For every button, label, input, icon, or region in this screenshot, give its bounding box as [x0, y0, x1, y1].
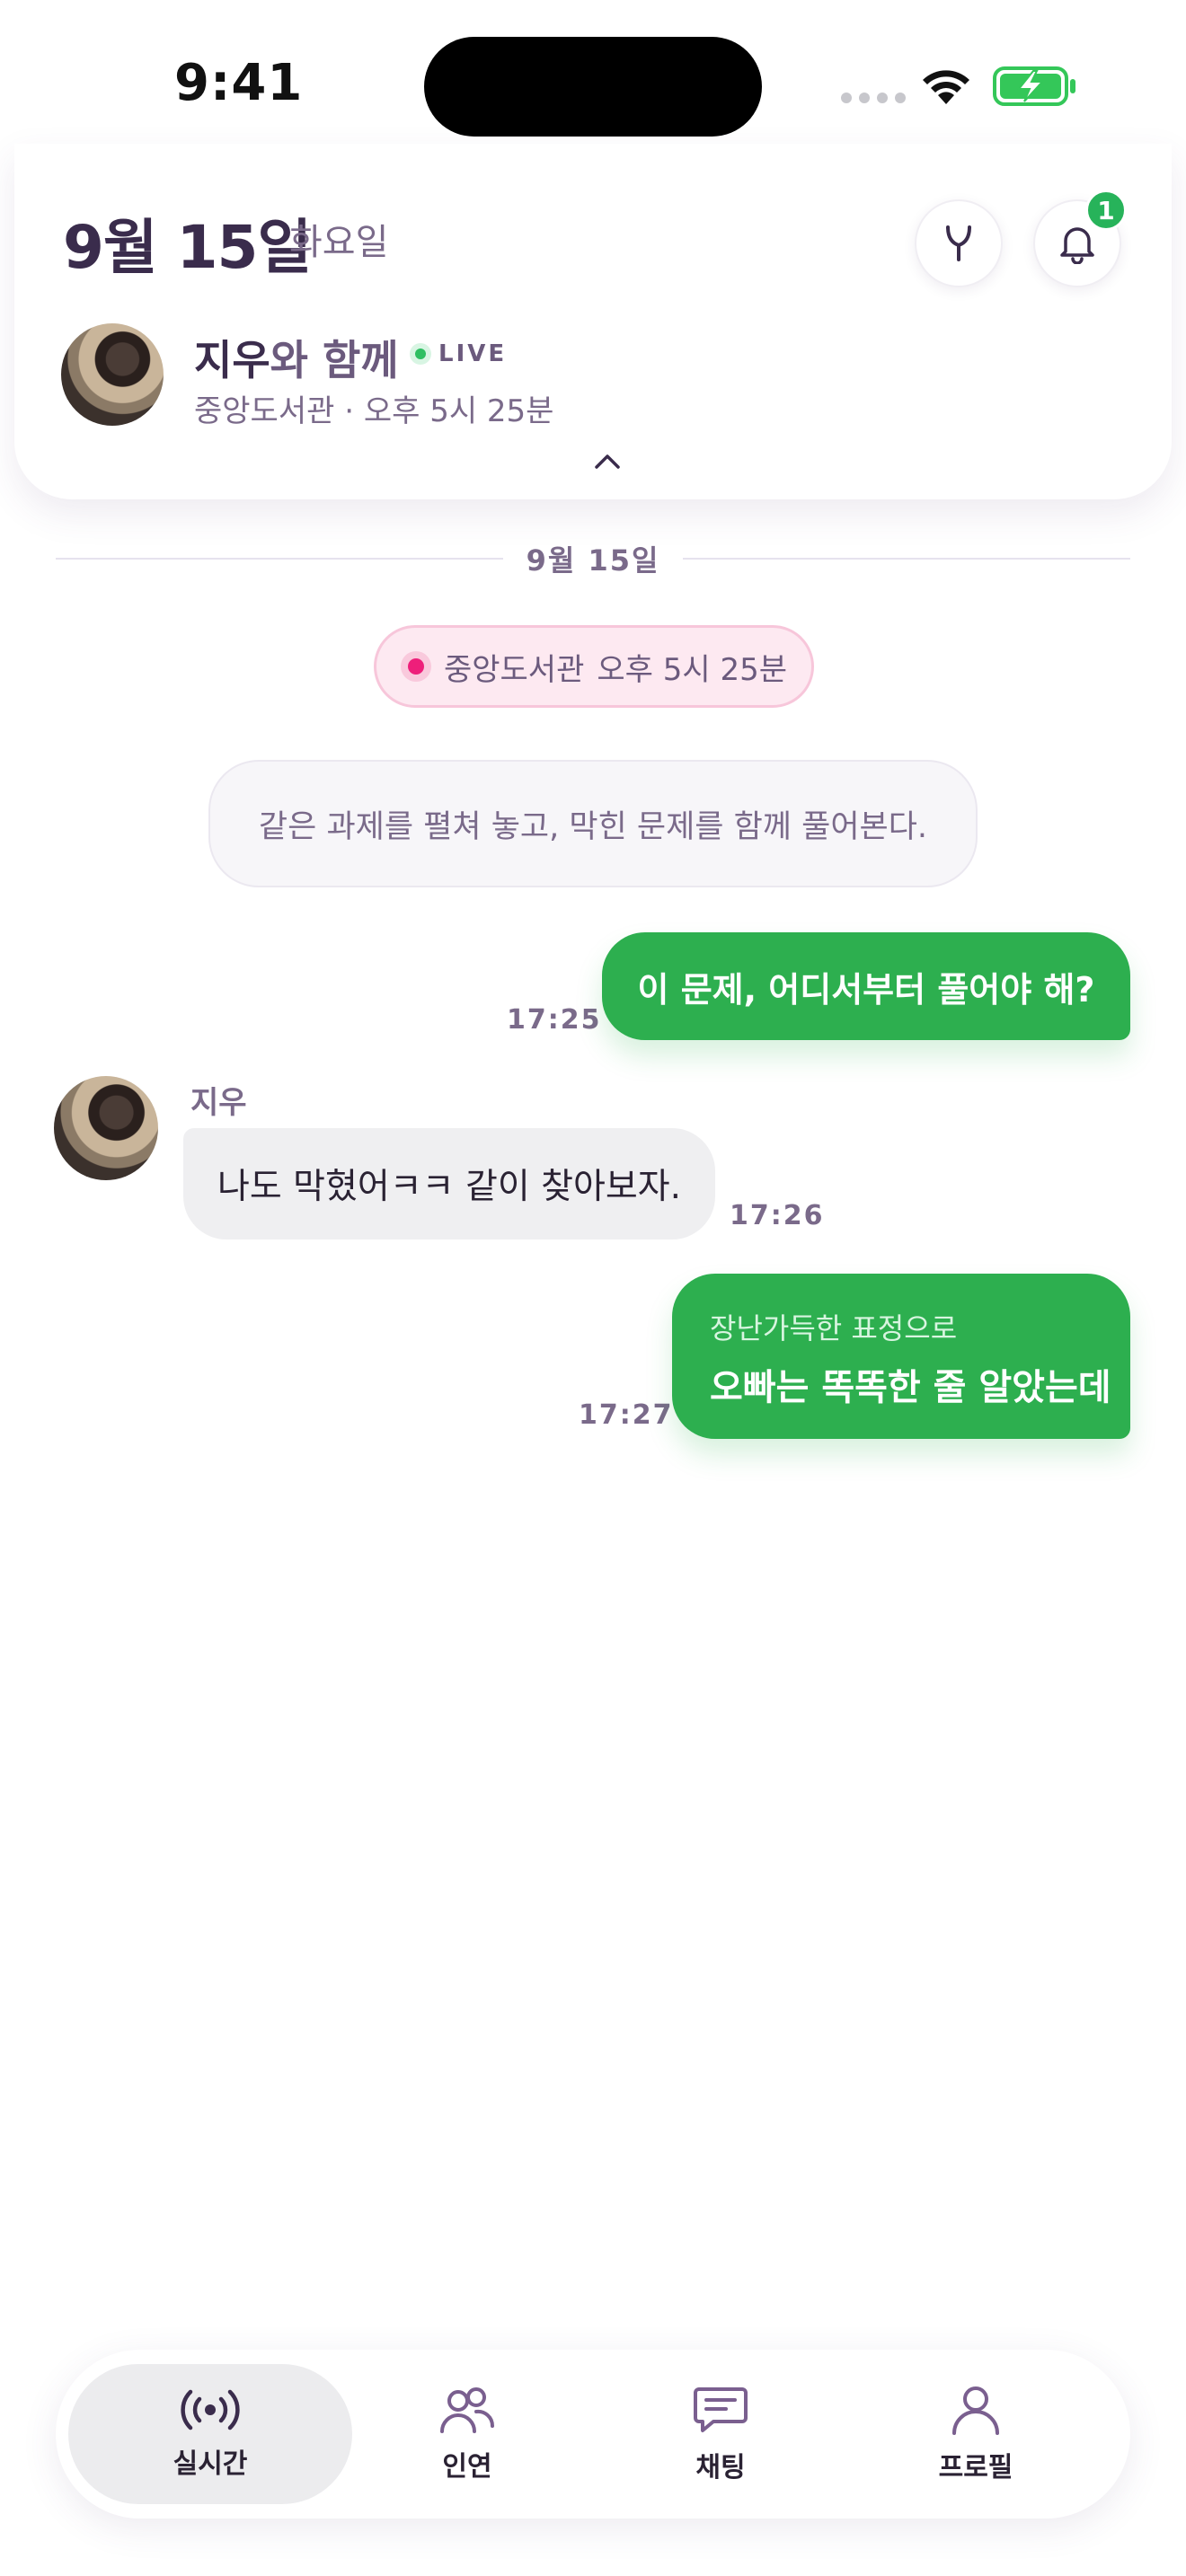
- live-broadcast-icon: [181, 2389, 240, 2430]
- dynamic-island: [424, 37, 762, 137]
- message-time: 17:25: [507, 1004, 602, 1036]
- message-text: 나도 막혔어ㅋㅋ 같이 찾아보자.: [217, 1167, 682, 1207]
- location-pill: 중앙도서관 오후 5시 25분: [374, 625, 814, 708]
- header-day: 화요일: [289, 222, 389, 263]
- outgoing-message[interactable]: 장난가득한 표정으로 오빠는 똑똑한 줄 알았는데: [672, 1274, 1130, 1439]
- battery-charging-icon: [993, 66, 1075, 106]
- companion-suffix: 와 함께: [270, 336, 399, 384]
- sender-avatar[interactable]: [54, 1076, 158, 1180]
- tab-label: 채팅: [695, 2452, 746, 2483]
- wifi-icon: [923, 70, 969, 104]
- message-text: 이 문제, 어디서부터 풀어야 해?: [637, 969, 1095, 1010]
- location-time: 오후 5시 25분: [597, 651, 788, 688]
- date-divider-label: 9월 15일: [526, 543, 660, 578]
- companion-title: 지우와 함께: [194, 328, 399, 387]
- person-icon: [952, 2386, 999, 2435]
- tab-label: 실시간: [173, 2448, 248, 2480]
- tab-connections[interactable]: 인연: [325, 2364, 609, 2504]
- bell-icon: [1060, 227, 1094, 264]
- sender-name: 지우: [190, 1085, 247, 1121]
- companion-avatar[interactable]: [61, 323, 164, 426]
- filter-button[interactable]: [915, 199, 1003, 287]
- chat-bubble-icon: [694, 2387, 748, 2432]
- live-label: LIVE: [438, 340, 508, 367]
- chevron-up-icon[interactable]: [591, 451, 624, 472]
- outgoing-message[interactable]: 이 문제, 어디서부터 풀어야 해?: [602, 932, 1130, 1040]
- location-dot-icon: [400, 651, 431, 682]
- header-date: 9월 15일: [63, 213, 312, 282]
- fork-icon: [946, 225, 971, 261]
- status-time: 9:41: [174, 54, 304, 112]
- cellular-signal-icon: [841, 93, 906, 103]
- message-action-hint: 장난가득한 표정으로: [710, 1311, 958, 1345]
- tab-chat[interactable]: 채팅: [579, 2364, 863, 2504]
- location-place: 중앙도서관: [443, 651, 585, 688]
- date-divider: 9월 15일: [56, 539, 1131, 578]
- companion-name: 지우: [194, 336, 270, 384]
- message-text: 오빠는 똑똑한 줄 알았는데: [710, 1367, 1111, 1408]
- session-detail: 중앙도서관 · 오후 5시 25분: [194, 393, 554, 429]
- tab-label: 프로필: [938, 2452, 1013, 2483]
- tab-profile[interactable]: 프로필: [834, 2364, 1118, 2504]
- incoming-message[interactable]: 나도 막혔어ㅋㅋ 같이 찾아보자.: [183, 1128, 715, 1239]
- message-time: 17:27: [579, 1399, 674, 1431]
- message-time: 17:26: [730, 1200, 825, 1231]
- divider-line: [56, 558, 503, 560]
- notification-badge: 1: [1085, 190, 1127, 231]
- live-indicator: LIVE: [410, 340, 507, 367]
- people-icon: [440, 2387, 495, 2433]
- system-note: 같은 과제를 펼쳐 놓고, 막힌 문제를 함께 풀어본다.: [208, 760, 978, 887]
- session-header: 9월 15일 화요일 1 지우와 함께 LIVE 중앙도서관 · 오후 5시 2…: [14, 144, 1172, 499]
- tab-label: 인연: [442, 2451, 492, 2483]
- tab-bar: 실시간 인연 채팅 프로필: [56, 2350, 1130, 2519]
- divider-line: [683, 558, 1131, 560]
- tab-live[interactable]: 실시간: [68, 2364, 352, 2504]
- live-dot-icon: [410, 343, 431, 365]
